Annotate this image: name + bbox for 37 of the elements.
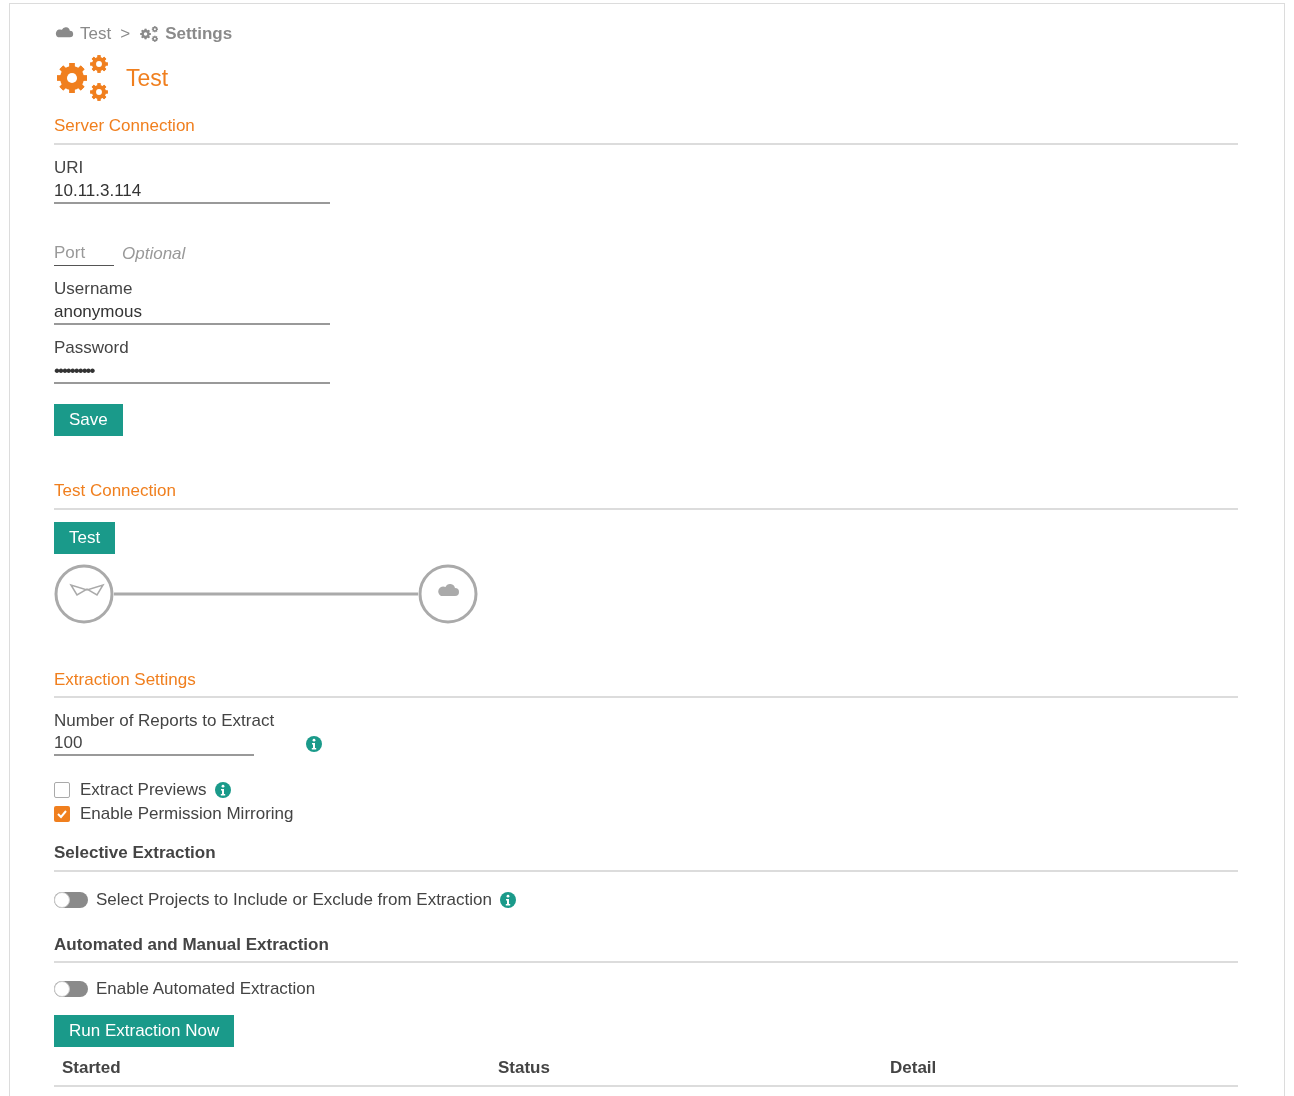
checkbox[interactable] bbox=[54, 806, 70, 822]
gears-icon bbox=[54, 52, 110, 104]
section-heading: Server Connection bbox=[54, 113, 1238, 145]
section-heading: Test Connection bbox=[54, 478, 1238, 510]
number-field[interactable]: 100 bbox=[54, 732, 254, 756]
button[interactable]: Test bbox=[54, 521, 116, 554]
column-header: Detail bbox=[890, 1057, 938, 1079]
gears-icon bbox=[139, 25, 160, 43]
field-label: Username bbox=[54, 278, 134, 300]
checkbox-label: Extract Previews bbox=[80, 779, 207, 802]
field-label: URI bbox=[54, 156, 85, 179]
toggle-switch[interactable] bbox=[54, 891, 88, 908]
column-header: Status bbox=[498, 1057, 551, 1079]
breadcrumb-link[interactable]: Settings bbox=[165, 21, 233, 47]
text-field[interactable]: anonymous bbox=[54, 301, 330, 325]
button[interactable]: Run Extraction Now bbox=[54, 1015, 235, 1047]
breadcrumb-separator: > bbox=[120, 23, 131, 46]
checkbox-label: Enable Permission Mirroring bbox=[80, 803, 294, 826]
check-icon bbox=[56, 808, 68, 820]
breadcrumb-link[interactable]: Test bbox=[80, 21, 112, 47]
password-field[interactable]: •••••••••• bbox=[54, 360, 330, 384]
page-title: Test bbox=[126, 63, 169, 93]
info-icon bbox=[306, 736, 322, 752]
port-field[interactable]: Port bbox=[54, 239, 114, 266]
text-field[interactable]: 10.11.3.114 bbox=[54, 179, 330, 204]
field-label: Number of Reports to Extract bbox=[54, 710, 276, 732]
column-header: Started bbox=[62, 1057, 122, 1079]
toggle-label: Enable Automated Extraction bbox=[96, 978, 316, 1001]
section-heading: Automated and Manual Extraction bbox=[54, 931, 1238, 963]
checkbox[interactable] bbox=[54, 782, 70, 798]
optional-hint: Optional bbox=[122, 242, 186, 265]
button[interactable]: Save bbox=[54, 404, 123, 436]
section-heading: Selective Extraction bbox=[54, 840, 1238, 872]
toggle-label: Select Projects to Include or Exclude from Extraction bbox=[96, 888, 492, 911]
field-label: Password bbox=[54, 337, 130, 359]
toggle-switch[interactable] bbox=[54, 981, 88, 997]
section-heading: Extraction Settings bbox=[54, 666, 1238, 698]
